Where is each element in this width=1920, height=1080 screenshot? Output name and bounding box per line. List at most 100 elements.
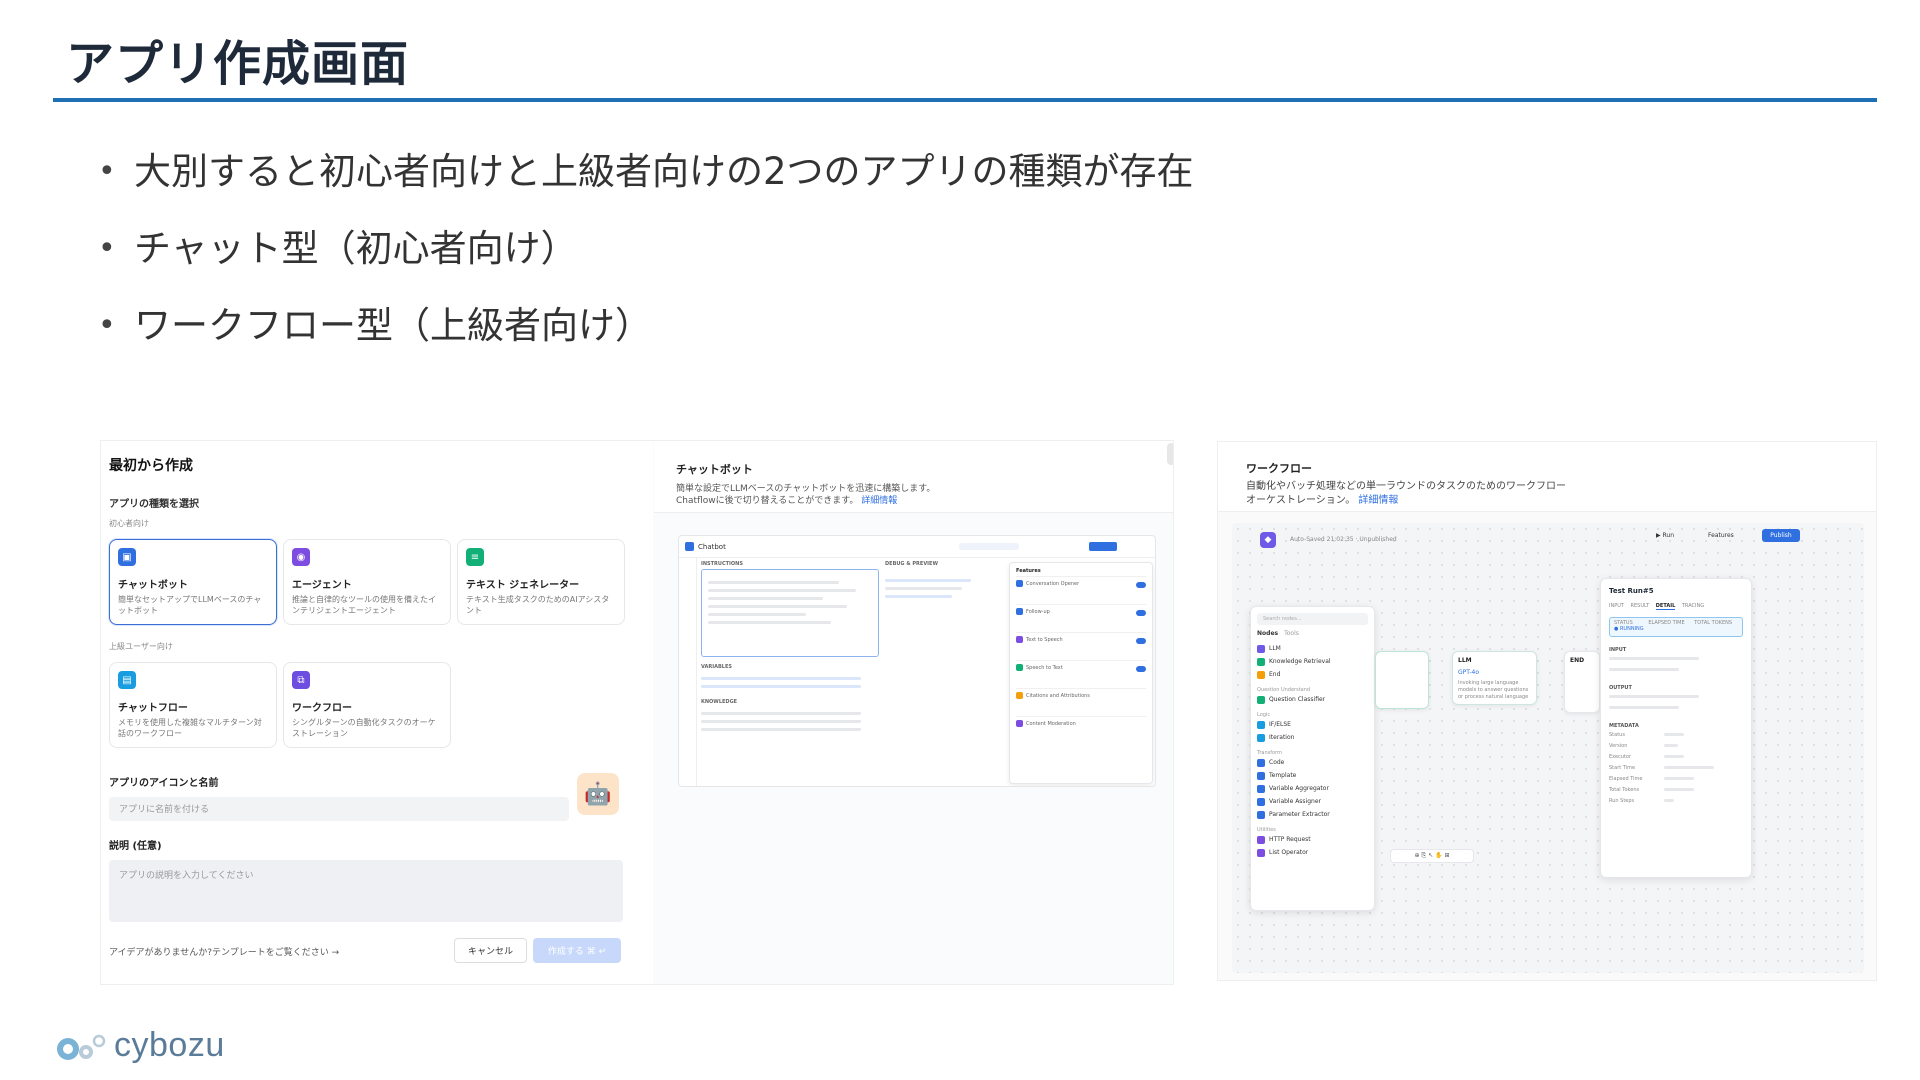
mock-sidebar bbox=[679, 558, 697, 786]
feature-item: Text to Speech bbox=[1016, 632, 1146, 660]
cybozu-logo-mark-icon bbox=[57, 1034, 106, 1060]
instructions-label: INSTRUCTIONS bbox=[701, 561, 743, 567]
autosave-status: Auto-Saved 21:02:35 · Unpublished bbox=[1290, 536, 1397, 543]
meta-row: Elapsed Time bbox=[1609, 773, 1743, 784]
card-name: テキスト ジェネレーター bbox=[466, 580, 580, 591]
learn-more-link[interactable]: 詳細情報 bbox=[861, 496, 897, 506]
workflow-description: 自動化やバッチ処理などの単一ラウンドのタスクのためのワークフロー オーケストレー… bbox=[1246, 480, 1850, 508]
feature-item: Citations and Attributions bbox=[1016, 688, 1146, 716]
feature-item: Follow-up bbox=[1016, 604, 1146, 632]
card-desc: テキスト生成タスクのためのAIアシスタント bbox=[466, 595, 610, 615]
status-box: STATUS ELAPSED TIME TOTAL TOKENS ● RUNNI… bbox=[1609, 617, 1743, 637]
node-item: Variable Assigner bbox=[1257, 795, 1368, 808]
cybozu-logo: cybozu bbox=[54, 1026, 225, 1065]
node-item: End bbox=[1257, 668, 1368, 681]
node-item: Iteration bbox=[1257, 731, 1368, 744]
node-item: LLM bbox=[1257, 642, 1368, 655]
mock-topbar: Chatbot bbox=[679, 536, 1155, 558]
app-avatar-icon[interactable]: 🤖 bbox=[577, 773, 619, 815]
features-title: Features bbox=[1016, 568, 1041, 574]
card-chatbot[interactable]: ▣ チャットボット 簡単なセットアップでLLMベースのチャットボット bbox=[109, 539, 277, 625]
bullet-item: ワークフロー型（上級者向け） bbox=[98, 302, 1194, 379]
workflow-title: ワークフロー bbox=[1246, 462, 1312, 475]
node-picker: Search nodes... Nodes Tools LLM Knowledge… bbox=[1250, 606, 1375, 911]
mock-app-name: Chatbot bbox=[698, 542, 726, 551]
meta-row: Start Time bbox=[1609, 762, 1743, 773]
meta-row: Total Tokens bbox=[1609, 784, 1743, 795]
card-workflow[interactable]: ⧉ ワークフロー シングルターンの自動化タスクのオーケストレーション bbox=[283, 662, 451, 748]
card-desc: シングルターンの自動化タスクのオーケストレーション bbox=[292, 718, 436, 738]
icon-name-label: アプリのアイコンと名前 bbox=[109, 778, 219, 789]
start-node-partial bbox=[1375, 651, 1429, 709]
node-group: Utilities bbox=[1257, 827, 1276, 833]
node-item: Code bbox=[1257, 756, 1368, 769]
card-chatflow[interactable]: ▤ チャットフロー メモリを使用した複雑なマルチターン対話のワークフロー bbox=[109, 662, 277, 748]
beginner-group-label: 初心者向け bbox=[109, 519, 149, 528]
create-app-screenshot: 最初から作成 アプリの種類を選択 初心者向け ▣ チャットボット 簡単なセットア… bbox=[100, 440, 1174, 985]
meta-row: Run Steps bbox=[1609, 795, 1743, 806]
toggle bbox=[1136, 666, 1146, 672]
meta-row: Status bbox=[1609, 729, 1743, 740]
meta-row: Executor bbox=[1609, 751, 1743, 762]
end-node: END bbox=[1564, 651, 1600, 713]
card-desc: メモリを使用した複雑なマルチターン対話のワークフロー bbox=[118, 718, 262, 738]
app-icon bbox=[685, 542, 694, 551]
node-item: Parameter Extractor bbox=[1257, 808, 1368, 821]
chatflow-icon: ▤ bbox=[118, 671, 136, 689]
variables-label: VARIABLES bbox=[701, 664, 732, 670]
title-divider bbox=[53, 98, 1877, 102]
workflow-desc-line: オーケストレーション。 bbox=[1246, 495, 1356, 506]
card-name: チャットフロー bbox=[118, 703, 188, 714]
publish-button: Publish bbox=[1762, 529, 1800, 542]
agent-icon: ◉ bbox=[292, 548, 310, 566]
workflow-app-icon: ◆ bbox=[1260, 532, 1276, 548]
node-tabs: Nodes Tools bbox=[1257, 630, 1299, 637]
node-group: Question Understand bbox=[1257, 687, 1311, 693]
mock-debug-column: DEBUG & PREVIEW bbox=[885, 560, 981, 786]
app-name-input[interactable]: アプリに名前を付ける bbox=[109, 797, 569, 821]
preview-title: チャットボット bbox=[676, 463, 753, 476]
preview-desc-line: 簡単な設定でLLMベースのチャットボットを迅速に構築します。 bbox=[676, 484, 936, 494]
bullet-item: チャット型（初心者向け） bbox=[98, 225, 1194, 302]
node-search-input: Search nodes... bbox=[1257, 613, 1368, 625]
card-agent[interactable]: ◉ エージェント 推論と自律的なツールの使用を備えたインテリジェントエージェント bbox=[283, 539, 451, 625]
learn-more-link[interactable]: 詳細情報 bbox=[1358, 495, 1398, 506]
scrollbar[interactable] bbox=[1167, 443, 1173, 465]
bullet-item: 大別すると初心者向けと上級者向けの2つのアプリの種類が存在 bbox=[98, 148, 1194, 225]
chatbot-mock-screenshot: Chatbot INSTRUCTIONS VARIABLES KNOWLEDGE… bbox=[678, 535, 1156, 787]
cancel-button[interactable]: キャンセル bbox=[454, 938, 527, 963]
create-app-panel: 最初から作成 アプリの種類を選択 初心者向け ▣ チャットボット 簡単なセットア… bbox=[101, 441, 653, 984]
node-item: Question Classifier bbox=[1257, 693, 1368, 706]
llm-model: GPT-4o bbox=[1458, 669, 1480, 676]
card-text-generator[interactable]: ≡ テキスト ジェネレーター テキスト生成タスクのためのAIアシスタント bbox=[457, 539, 625, 625]
toggle bbox=[1136, 610, 1146, 616]
toggle bbox=[1136, 582, 1146, 588]
card-name: ワークフロー bbox=[292, 703, 352, 714]
slide-title: アプリ作成画面 bbox=[66, 36, 410, 92]
card-name: チャットボット bbox=[118, 580, 188, 591]
test-run-title: Test Run#5 bbox=[1609, 587, 1654, 595]
run-button: ▶ Run bbox=[1656, 532, 1675, 539]
workflow-screenshot: ワークフロー 自動化やバッチ処理などの単一ラウンドのタスクのためのワークフロー … bbox=[1217, 441, 1877, 981]
node-item: Knowledge Retrieval bbox=[1257, 655, 1368, 668]
instructions-box bbox=[701, 569, 879, 657]
llm-node-title: LLM bbox=[1458, 657, 1472, 664]
model-selector bbox=[959, 543, 1019, 550]
feature-item: Conversation Opener bbox=[1016, 576, 1146, 604]
description-textarea[interactable]: アプリの説明を入力してください bbox=[109, 860, 623, 922]
card-name: エージェント bbox=[292, 580, 352, 591]
mock-config-column: INSTRUCTIONS VARIABLES KNOWLEDGE bbox=[701, 560, 879, 786]
knowledge-label: KNOWLEDGE bbox=[701, 699, 738, 705]
create-button[interactable]: 作成する ⌘ ↵ bbox=[533, 938, 621, 963]
node-item: List Operator bbox=[1257, 846, 1368, 859]
feature-item: Speech to Text bbox=[1016, 660, 1146, 688]
canvas-toolbar: ⊕ ⎘ ↖ ✋ ⊞ bbox=[1390, 849, 1474, 863]
template-link[interactable]: アイデアがありませんか?テンプレートをご覧ください → bbox=[109, 945, 339, 958]
features-panel: Features Conversation Opener Follow-up T… bbox=[1009, 562, 1153, 784]
chatbot-preview-panel: チャットボット 簡単な設定でLLMベースのチャットボットを迅速に構築します。 C… bbox=[654, 441, 1173, 984]
debug-label: DEBUG & PREVIEW bbox=[885, 561, 938, 567]
text-generator-icon: ≡ bbox=[466, 548, 484, 566]
bullet-list: 大別すると初心者向けと上級者向けの2つのアプリの種類が存在 チャット型（初心者向… bbox=[98, 148, 1194, 379]
llm-node: LLM GPT-4o Invoking large language model… bbox=[1452, 651, 1537, 705]
workflow-canvas: ◆ Auto-Saved 21:02:35 · Unpublished ▶ Ru… bbox=[1232, 523, 1864, 973]
